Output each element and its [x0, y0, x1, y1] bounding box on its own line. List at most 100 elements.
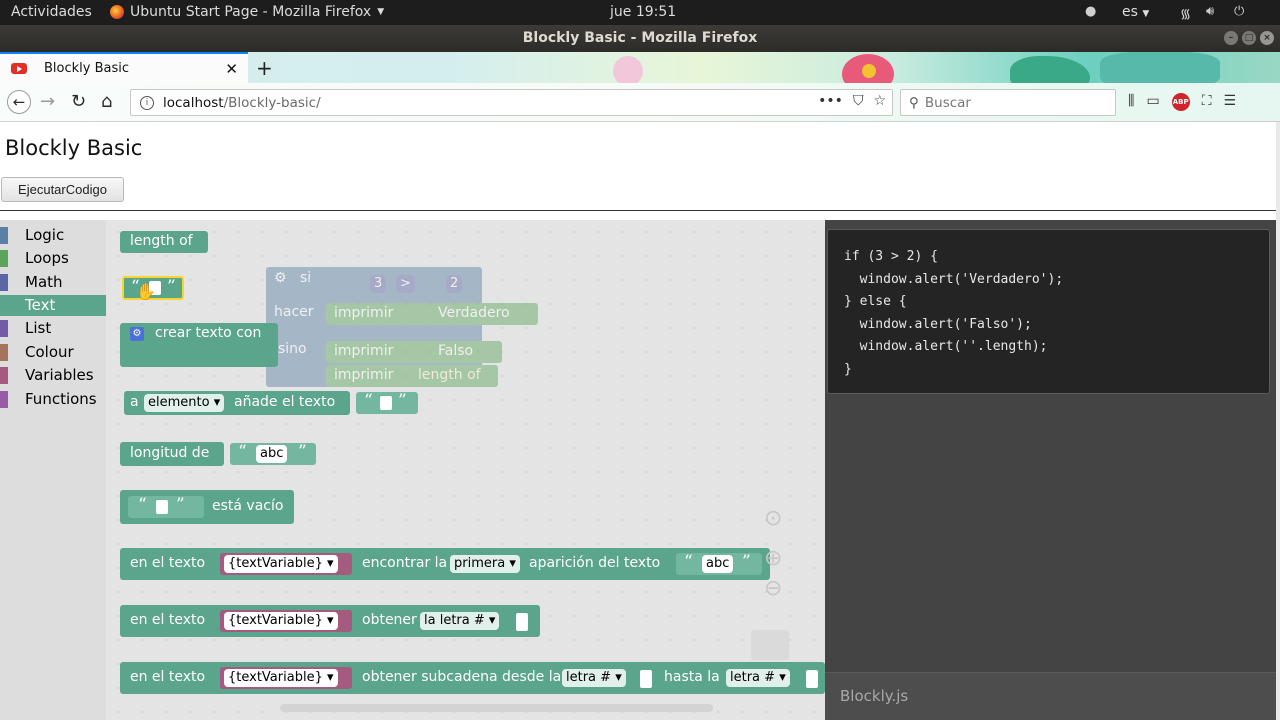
- clock[interactable]: jue 19:51: [610, 4, 676, 20]
- bookmark-star-icon[interactable]: ☆: [873, 93, 886, 109]
- from-dropdown[interactable]: letra # ▾: [562, 669, 626, 687]
- variable-dropdown[interactable]: {textVariable} ▾: [224, 555, 338, 573]
- status-indicator-icon[interactable]: ●: [1085, 4, 1096, 19]
- library-icon[interactable]: ⫼: [1128, 93, 1134, 111]
- toolbox-category-colour[interactable]: Colour: [0, 342, 106, 363]
- chevron-down-icon: ▾: [488, 613, 496, 628]
- tab-blockly-basic[interactable]: Blockly Basic ✕: [0, 52, 248, 83]
- text-literal-block[interactable]: “ abc ”: [676, 552, 762, 575]
- url-bar[interactable]: i localhost/Blockly-basic/ ••• ⛉ ☆: [130, 89, 893, 116]
- close-quote-icon: ”: [742, 552, 751, 572]
- minimize-icon[interactable]: –: [1224, 31, 1238, 45]
- home-icon[interactable]: ⌂: [101, 91, 112, 112]
- tab-bar: Blockly Basic ✕ +: [0, 52, 1280, 96]
- page-content: Blockly Basic EjecutarCodigo Logic Loops…: [0, 122, 1276, 720]
- wifi-icon[interactable]: ᯾: [1180, 4, 1191, 22]
- code-panel-footer: Blockly.js: [825, 672, 1276, 720]
- close-icon[interactable]: ×: [1260, 31, 1274, 45]
- trash-icon[interactable]: [751, 630, 789, 660]
- text-is-empty-block[interactable]: “ ” está vacío: [120, 490, 294, 524]
- variable-block[interactable]: {textVariable} ▾: [220, 553, 352, 575]
- gear-icon[interactable]: ⚙: [130, 327, 144, 341]
- to-dropdown[interactable]: letra # ▾: [726, 669, 790, 687]
- new-tab-icon[interactable]: +: [256, 56, 273, 80]
- text-value-field[interactable]: [156, 500, 168, 514]
- volume-icon[interactable]: 🔊︎: [1206, 4, 1214, 19]
- toolbox-category-logic[interactable]: Logic: [0, 225, 106, 246]
- toolbox-category-math[interactable]: Math: [0, 272, 106, 293]
- text-literal-block[interactable]: “ abc ”: [230, 442, 316, 465]
- power-icon[interactable]: ⏻: [1234, 4, 1244, 19]
- text-literal-block[interactable]: “ ” ✋: [122, 276, 184, 301]
- length-of-block[interactable]: length of: [120, 231, 208, 253]
- system-top-panel: Actividades Ubuntu Start Page - Mozilla …: [0, 0, 1280, 25]
- text-char-at-block[interactable]: en el texto {textVariable} ▾ obtener la …: [120, 605, 540, 637]
- forward-arrow-icon[interactable]: →: [40, 91, 55, 112]
- text-value-field[interactable]: abc: [256, 445, 288, 463]
- page-scrollbar[interactable]: [1276, 122, 1280, 720]
- text-index-of-block[interactable]: en el texto {textVariable} ▾ encontrar l…: [120, 548, 770, 580]
- extension-icon[interactable]: ⛶: [1202, 93, 1212, 111]
- adblock-icon[interactable]: ABP: [1171, 93, 1190, 111]
- hamburger-menu-icon[interactable]: ☰: [1224, 93, 1237, 111]
- more-actions-icon[interactable]: •••: [818, 93, 843, 109]
- pocket-icon[interactable]: ⛉: [853, 93, 864, 109]
- chevron-down-icon: ▾: [326, 613, 334, 628]
- text-literal-block[interactable]: “ ”: [128, 495, 204, 518]
- print-block-false[interactable]: imprimir Falso: [326, 341, 502, 363]
- text-substring-block[interactable]: en el texto {textVariable} ▾ obtener sub…: [120, 662, 825, 694]
- url-actions: ••• ⛉ ☆: [818, 93, 886, 109]
- toolbox-category-functions[interactable]: Functions: [0, 389, 106, 410]
- reload-icon[interactable]: ↻: [71, 91, 86, 112]
- append-text-block[interactable]: a elemento ▾ añade el texto “ ”: [124, 391, 418, 415]
- zoom-out-icon[interactable]: ⊖: [764, 576, 782, 601]
- text-literal-block[interactable]: “ ”: [356, 391, 418, 414]
- language-selector[interactable]: es ▼: [1122, 4, 1149, 20]
- create-text-with-block[interactable]: ⚙ crear texto con: [120, 323, 278, 367]
- close-quote-icon: ”: [167, 277, 176, 297]
- back-arrow-icon[interactable]: ←: [7, 90, 31, 114]
- window-controls: – □ ×: [1224, 31, 1274, 45]
- blockly-workspace[interactable]: ⚙ si 3 > 2 hacer sino imprimir Verdadero…: [106, 220, 825, 720]
- variable-dropdown[interactable]: {textVariable} ▾: [224, 669, 338, 687]
- workspace-horizontal-scrollbar[interactable]: [280, 704, 713, 712]
- text-value-field[interactable]: [380, 396, 392, 410]
- text-value-field[interactable]: abc: [702, 555, 734, 573]
- run-code-button[interactable]: EjecutarCodigo: [1, 177, 124, 202]
- variable-block[interactable]: {textVariable} ▾: [220, 610, 352, 632]
- text-length-block[interactable]: longitud de “ abc ”: [120, 442, 316, 466]
- operator-dropdown[interactable]: >: [396, 275, 415, 293]
- variable-block[interactable]: {textVariable} ▾: [220, 667, 352, 689]
- zoom-in-icon[interactable]: ⊕: [764, 546, 782, 571]
- from-index-slot[interactable]: [640, 670, 652, 688]
- number-field-b[interactable]: 2: [446, 275, 463, 293]
- toolbox-category-variables[interactable]: Variables: [0, 365, 106, 386]
- close-quote-icon: ”: [398, 391, 407, 411]
- tab-title: Blockly Basic: [44, 61, 130, 76]
- maximize-icon[interactable]: □: [1242, 31, 1256, 45]
- open-quote-icon: “: [138, 495, 147, 515]
- code-panel: if (3 > 2) { window.alert('Verdadero'); …: [825, 220, 1276, 720]
- close-icon[interactable]: ✕: [225, 60, 238, 78]
- toolbox-category-loops[interactable]: Loops: [0, 248, 106, 269]
- recenter-icon[interactable]: ⊙: [764, 506, 782, 531]
- index-input-slot[interactable]: [516, 613, 528, 631]
- chevron-down-icon: ▾: [615, 670, 622, 685]
- toolbox-category-text[interactable]: Text: [0, 295, 106, 316]
- app-menu[interactable]: Ubuntu Start Page - Mozilla Firefox ▼: [110, 4, 384, 20]
- variable-dropdown[interactable]: elemento ▾: [144, 394, 225, 412]
- occurrence-dropdown[interactable]: primera ▾: [450, 555, 520, 573]
- letter-dropdown[interactable]: la letra # ▾: [420, 612, 500, 630]
- print-block-length[interactable]: imprimir length of: [326, 365, 498, 387]
- window-title: Blockly Basic - Mozilla Firefox: [522, 30, 758, 46]
- generated-code[interactable]: if (3 > 2) { window.alert('Verdadero'); …: [827, 229, 1270, 394]
- variable-dropdown[interactable]: {textVariable} ▾: [224, 612, 338, 630]
- search-input[interactable]: ⚲ Buscar: [900, 89, 1116, 116]
- activities-button[interactable]: Actividades: [11, 4, 92, 20]
- toolbox-category-list[interactable]: List: [0, 318, 106, 339]
- sidebar-icon[interactable]: ▭: [1146, 93, 1159, 111]
- info-icon[interactable]: i: [140, 95, 154, 110]
- print-block-true[interactable]: imprimir Verdadero: [326, 303, 538, 325]
- to-index-slot[interactable]: [806, 670, 818, 688]
- number-field-a[interactable]: 3: [370, 275, 387, 293]
